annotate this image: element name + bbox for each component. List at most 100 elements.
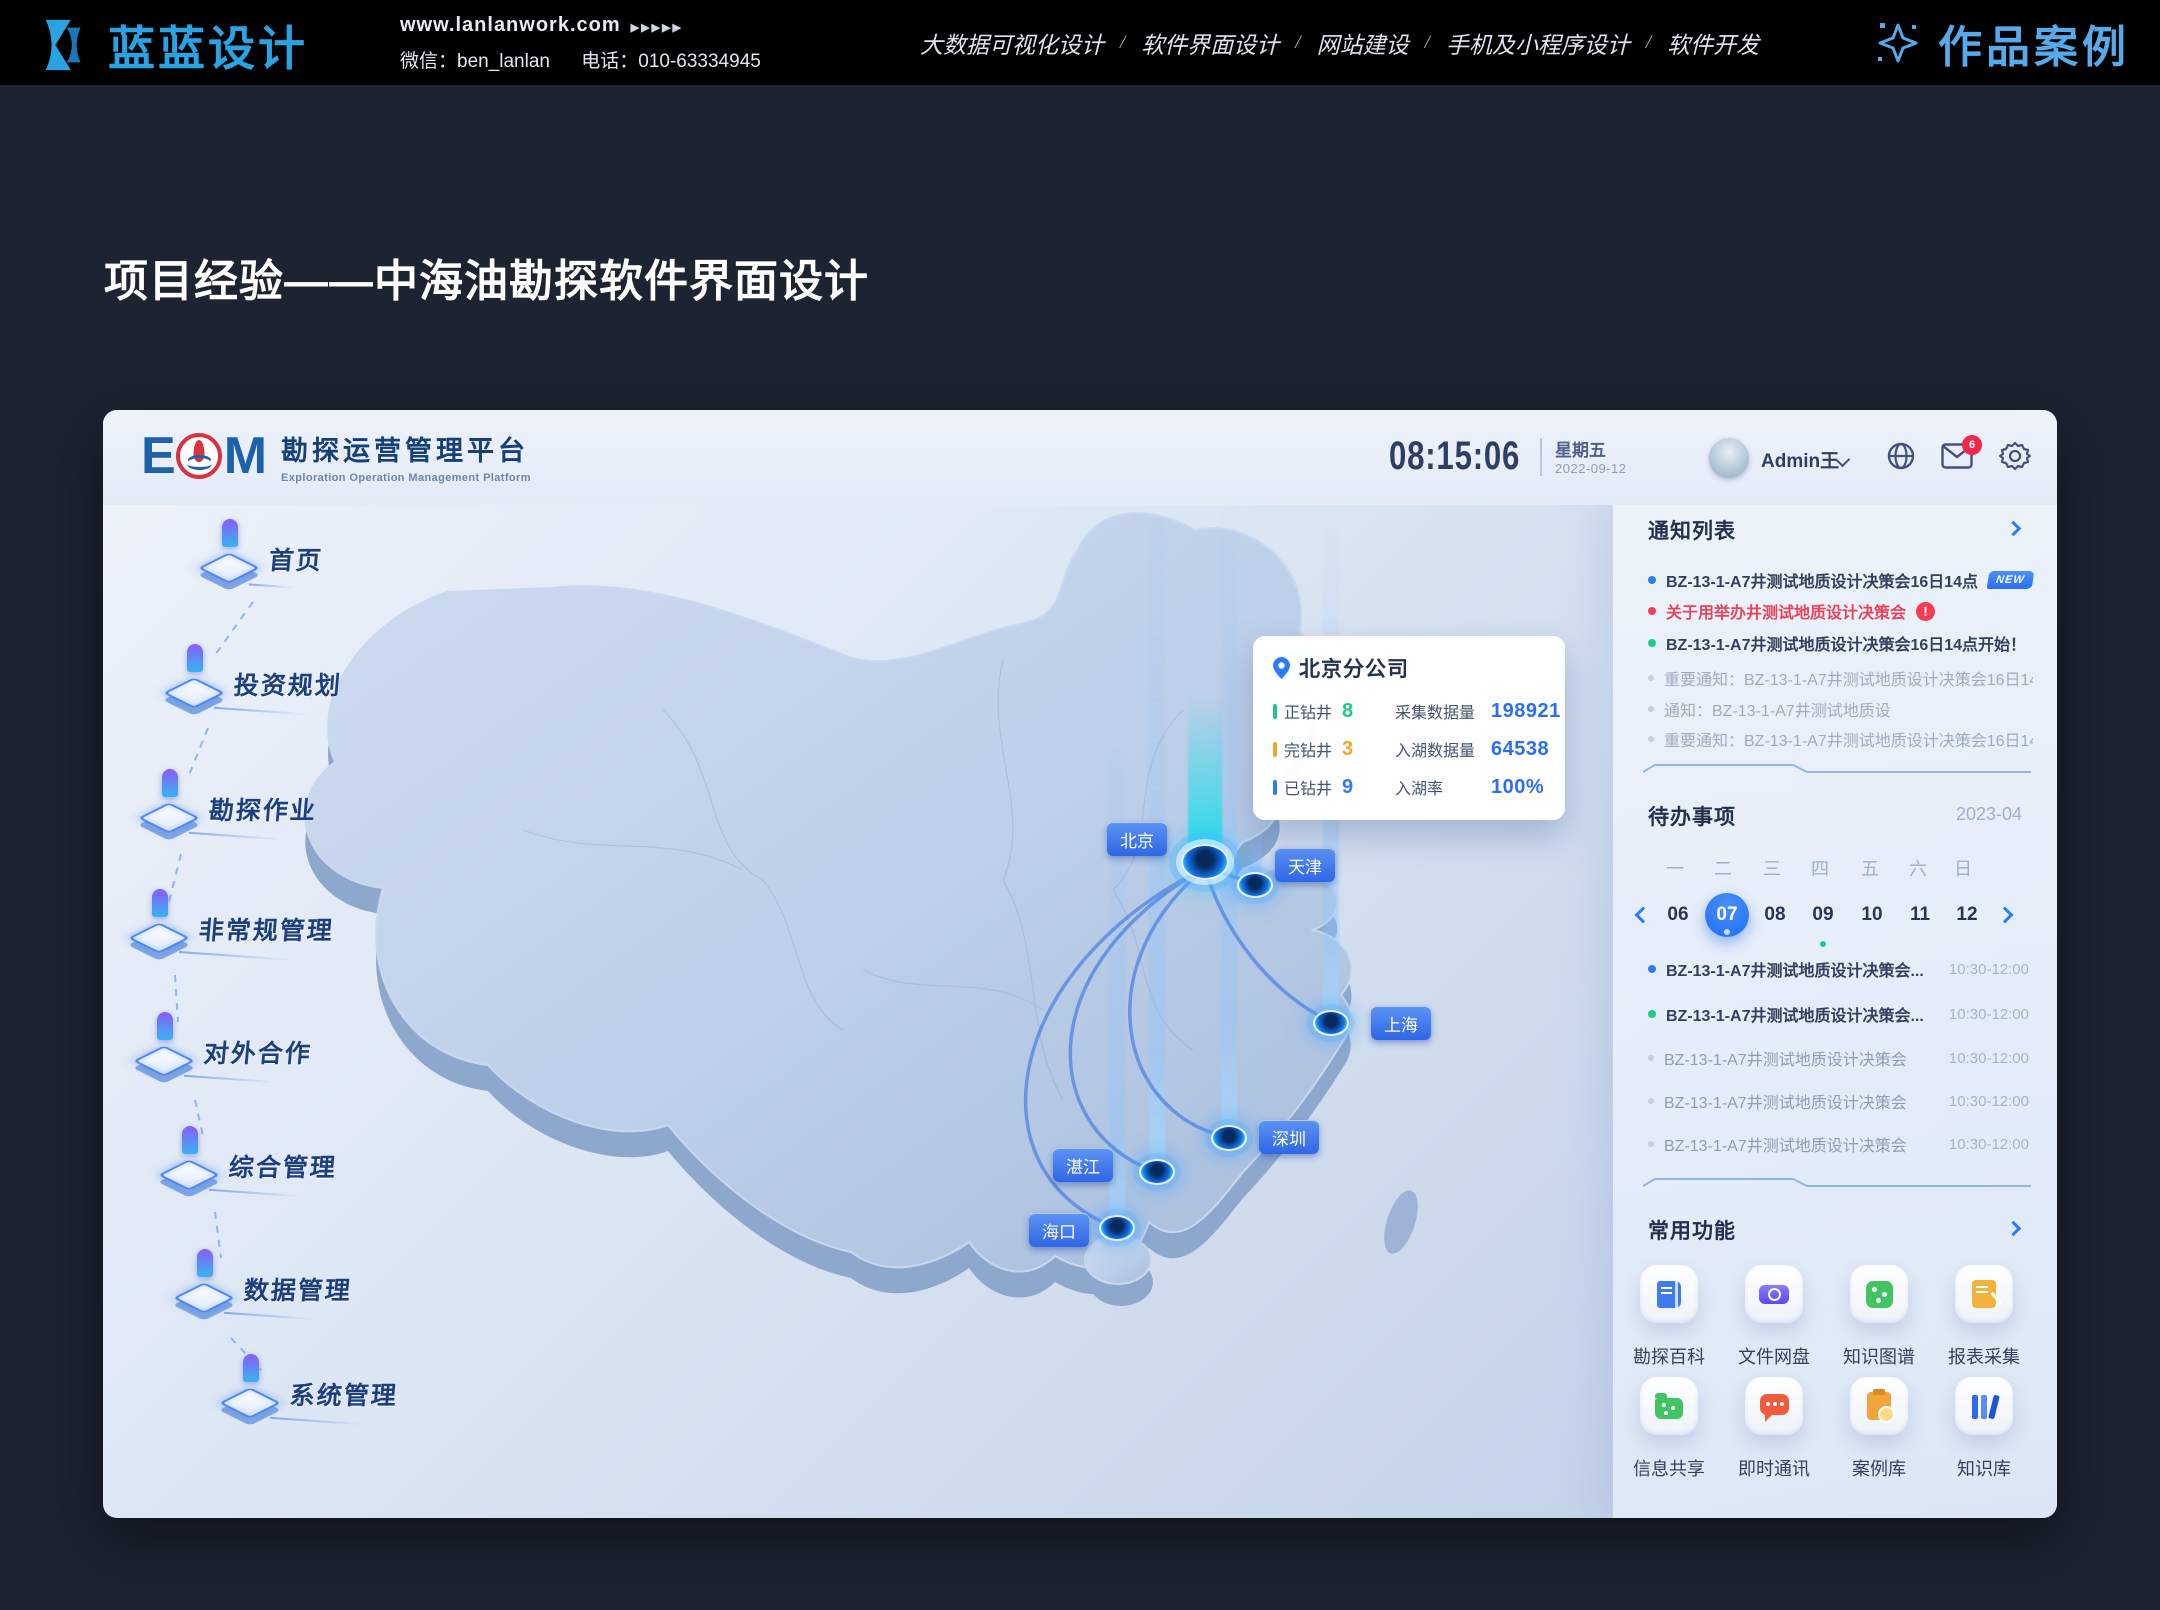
clock-divider	[1540, 438, 1542, 476]
func-tile-info-share[interactable]	[1640, 1377, 1698, 1435]
platform-title: 勘探运营管理平台	[281, 429, 531, 468]
sidebar-item-home[interactable]: 首页	[195, 515, 445, 605]
todo-item[interactable]: BZ-13-1-A7井测试地质设计决策会 10:30-12:00	[1648, 1132, 2029, 1156]
sidebar-item-unconventional[interactable]: 非常规管理	[125, 885, 375, 975]
nav-item-bigdata[interactable]: 大数据可视化设计	[920, 26, 1104, 60]
calendar-date[interactable]: 09	[1801, 893, 1845, 937]
calendar-date[interactable]: 06	[1656, 893, 1700, 937]
wechat-label: 微信：ben_lanlan	[400, 51, 550, 72]
weekday-label: 日	[1954, 855, 1972, 881]
func-tile-instant-message[interactable]	[1745, 1377, 1803, 1435]
book-icon	[1657, 1281, 1681, 1308]
notice-item[interactable]: BZ-13-1-A7井测试地质设计决策会16日14点开始 NEW	[1648, 568, 2033, 592]
site-url[interactable]: www.lanlanwork.com▶▶▶▶▶	[400, 14, 787, 37]
functions-more-chevron-icon[interactable]	[2006, 1221, 2022, 1237]
ecm-letter-e: E	[141, 426, 174, 486]
notice-item[interactable]: BZ-13-1-A7井测试地质设计决策会16日14点开始！	[1648, 631, 2033, 655]
haikou-marker[interactable]	[1099, 1215, 1135, 1241]
todo-item[interactable]: BZ-13-1-A7井测试地质设计决策会 10:30-12:00	[1648, 1046, 2029, 1070]
globe-icon[interactable]	[1885, 440, 1917, 472]
mail-icon[interactable]: 6	[1941, 443, 1973, 475]
shanghai-marker[interactable]	[1313, 1010, 1349, 1036]
calendar-date[interactable]: 11	[1898, 893, 1942, 937]
shenzhen-marker[interactable]	[1211, 1125, 1247, 1151]
user-name[interactable]: Admin王	[1761, 446, 1839, 473]
platform-subtitle: Exploration Operation Management Platfor…	[281, 472, 531, 484]
app-header: E M 勘探运营管理平台 Exploration Operation Manag…	[103, 410, 2057, 505]
sidebar-item-cooperation[interactable]: 对外合作	[130, 1008, 380, 1098]
weekday-label: 二	[1714, 855, 1732, 881]
calendar-next-arrow[interactable]	[1997, 907, 2014, 924]
func-tile-knowledge-base[interactable]	[1955, 1377, 2013, 1435]
func-tile-report[interactable]	[1955, 1265, 2013, 1323]
city-label-shanghai[interactable]: 上海	[1371, 1006, 1431, 1040]
site-nav: 大数据可视化设计 / 软件界面设计 / 网站建设 / 手机及小程序设计 / 软件…	[920, 0, 1759, 85]
sidebar-item-investment[interactable]: 投资规划	[160, 640, 410, 730]
func-label: 案例库	[1852, 1455, 1906, 1481]
city-label-haikou[interactable]: 海口	[1029, 1213, 1089, 1247]
brand[interactable]: 蓝蓝设计	[38, 10, 308, 79]
portfolio-link[interactable]: 作品案例	[1872, 0, 2130, 85]
stat-completed: 完钻井 3	[1273, 737, 1395, 761]
city-label-tianjin[interactable]: 天津	[1275, 848, 1335, 882]
status-dot	[1648, 706, 1654, 712]
city-label-shenzhen[interactable]: 深圳	[1259, 1120, 1319, 1154]
func-tile-knowledge-graph[interactable]	[1850, 1265, 1908, 1323]
status-dot	[1648, 607, 1656, 615]
notice-item[interactable]: 重要通知：BZ-13-1-A7井测试地质设计决策会16日14...	[1648, 666, 2033, 690]
status-dot	[1648, 675, 1654, 681]
calendar-date[interactable]: 10	[1850, 893, 1894, 937]
city-label-zhanjiang[interactable]: 湛江	[1053, 1148, 1113, 1182]
todo-item[interactable]: BZ-13-1-A7井测试地质设计决策会... 10:30-12:00	[1648, 1002, 2029, 1026]
site-header: 蓝蓝设计 www.lanlanwork.com▶▶▶▶▶ 微信：ben_lanl…	[0, 0, 2160, 85]
sidebar-item-exploration[interactable]: 勘探作业	[135, 765, 385, 855]
sparkle-icon	[1872, 17, 1924, 69]
ecm-logo: E M 勘探运营管理平台 Exploration Operation Manag…	[141, 426, 531, 486]
calendar-date[interactable]: 12	[1945, 893, 1989, 937]
notice-more-chevron-icon[interactable]	[2006, 521, 2022, 537]
sidebar-item-data[interactable]: 数据管理	[170, 1245, 420, 1335]
section-divider	[1643, 1177, 2033, 1189]
city-label-beijing[interactable]: 北京	[1107, 822, 1167, 856]
func-label: 文件网盘	[1738, 1343, 1810, 1369]
page-title: 项目经验——中海油勘探软件界面设计	[104, 245, 869, 309]
notice-item[interactable]: 重要通知：BZ-13-1-A7井测试地质设计决策会16日14...	[1648, 727, 2033, 751]
stat-lake-rate: 入湖率 100%	[1395, 775, 1561, 799]
todo-item[interactable]: BZ-13-1-A7井测试地质设计决策会 10:30-12:00	[1648, 1089, 2029, 1113]
func-tile-case-library[interactable]	[1850, 1377, 1908, 1435]
calendar-prev-arrow[interactable]	[1635, 907, 1652, 924]
func-label: 知识库	[1957, 1455, 2011, 1481]
report-icon	[1972, 1280, 1996, 1308]
functions-title: 常用功能	[1648, 1215, 1736, 1245]
clock-time: 08:15:06	[1389, 434, 1520, 479]
nav-item-website[interactable]: 网站建设	[1317, 26, 1409, 60]
phone-label: 电话：010-63334945	[581, 51, 761, 72]
todo-item[interactable]: BZ-13-1-A7井测试地质设计决策会... 10:30-12:00	[1648, 957, 2029, 981]
nav-item-dev[interactable]: 软件开发	[1667, 26, 1759, 60]
func-label: 知识图谱	[1843, 1343, 1915, 1369]
clock-date: 2022-09-12	[1555, 461, 1627, 476]
tianjin-marker[interactable]	[1237, 872, 1273, 898]
nav-item-software-ui[interactable]: 软件界面设计	[1141, 26, 1279, 60]
shenzhen-beam	[1221, 505, 1237, 1138]
weekday-label: 六	[1909, 855, 1927, 881]
calendar-date[interactable]: 08	[1753, 893, 1797, 937]
sidebar-item-general[interactable]: 综合管理	[155, 1122, 405, 1212]
func-label: 勘探百科	[1633, 1343, 1705, 1369]
nav-item-mobile[interactable]: 手机及小程序设计	[1446, 26, 1630, 60]
beijing-marker[interactable]	[1181, 844, 1229, 880]
func-tile-netdisk[interactable]	[1745, 1265, 1803, 1323]
zhanjiang-marker[interactable]	[1139, 1159, 1175, 1185]
weekday-label: 三	[1763, 855, 1781, 881]
alert-badge: !	[1916, 602, 1935, 621]
func-tile-encyclopedia[interactable]	[1640, 1265, 1698, 1323]
status-dot	[1648, 1010, 1656, 1018]
status-dot	[1648, 1055, 1654, 1061]
sidebar-item-system[interactable]: 系统管理	[216, 1350, 466, 1440]
event-dot	[1724, 929, 1730, 935]
notice-item[interactable]: 通知：BZ-13-1-A7井测试地质设	[1648, 697, 2033, 721]
notice-item[interactable]: 关于用举办井测试地质设计决策会 !	[1648, 599, 2033, 623]
gear-icon[interactable]	[1999, 440, 2031, 472]
drive-icon	[1759, 1285, 1789, 1304]
avatar[interactable]	[1709, 438, 1749, 478]
